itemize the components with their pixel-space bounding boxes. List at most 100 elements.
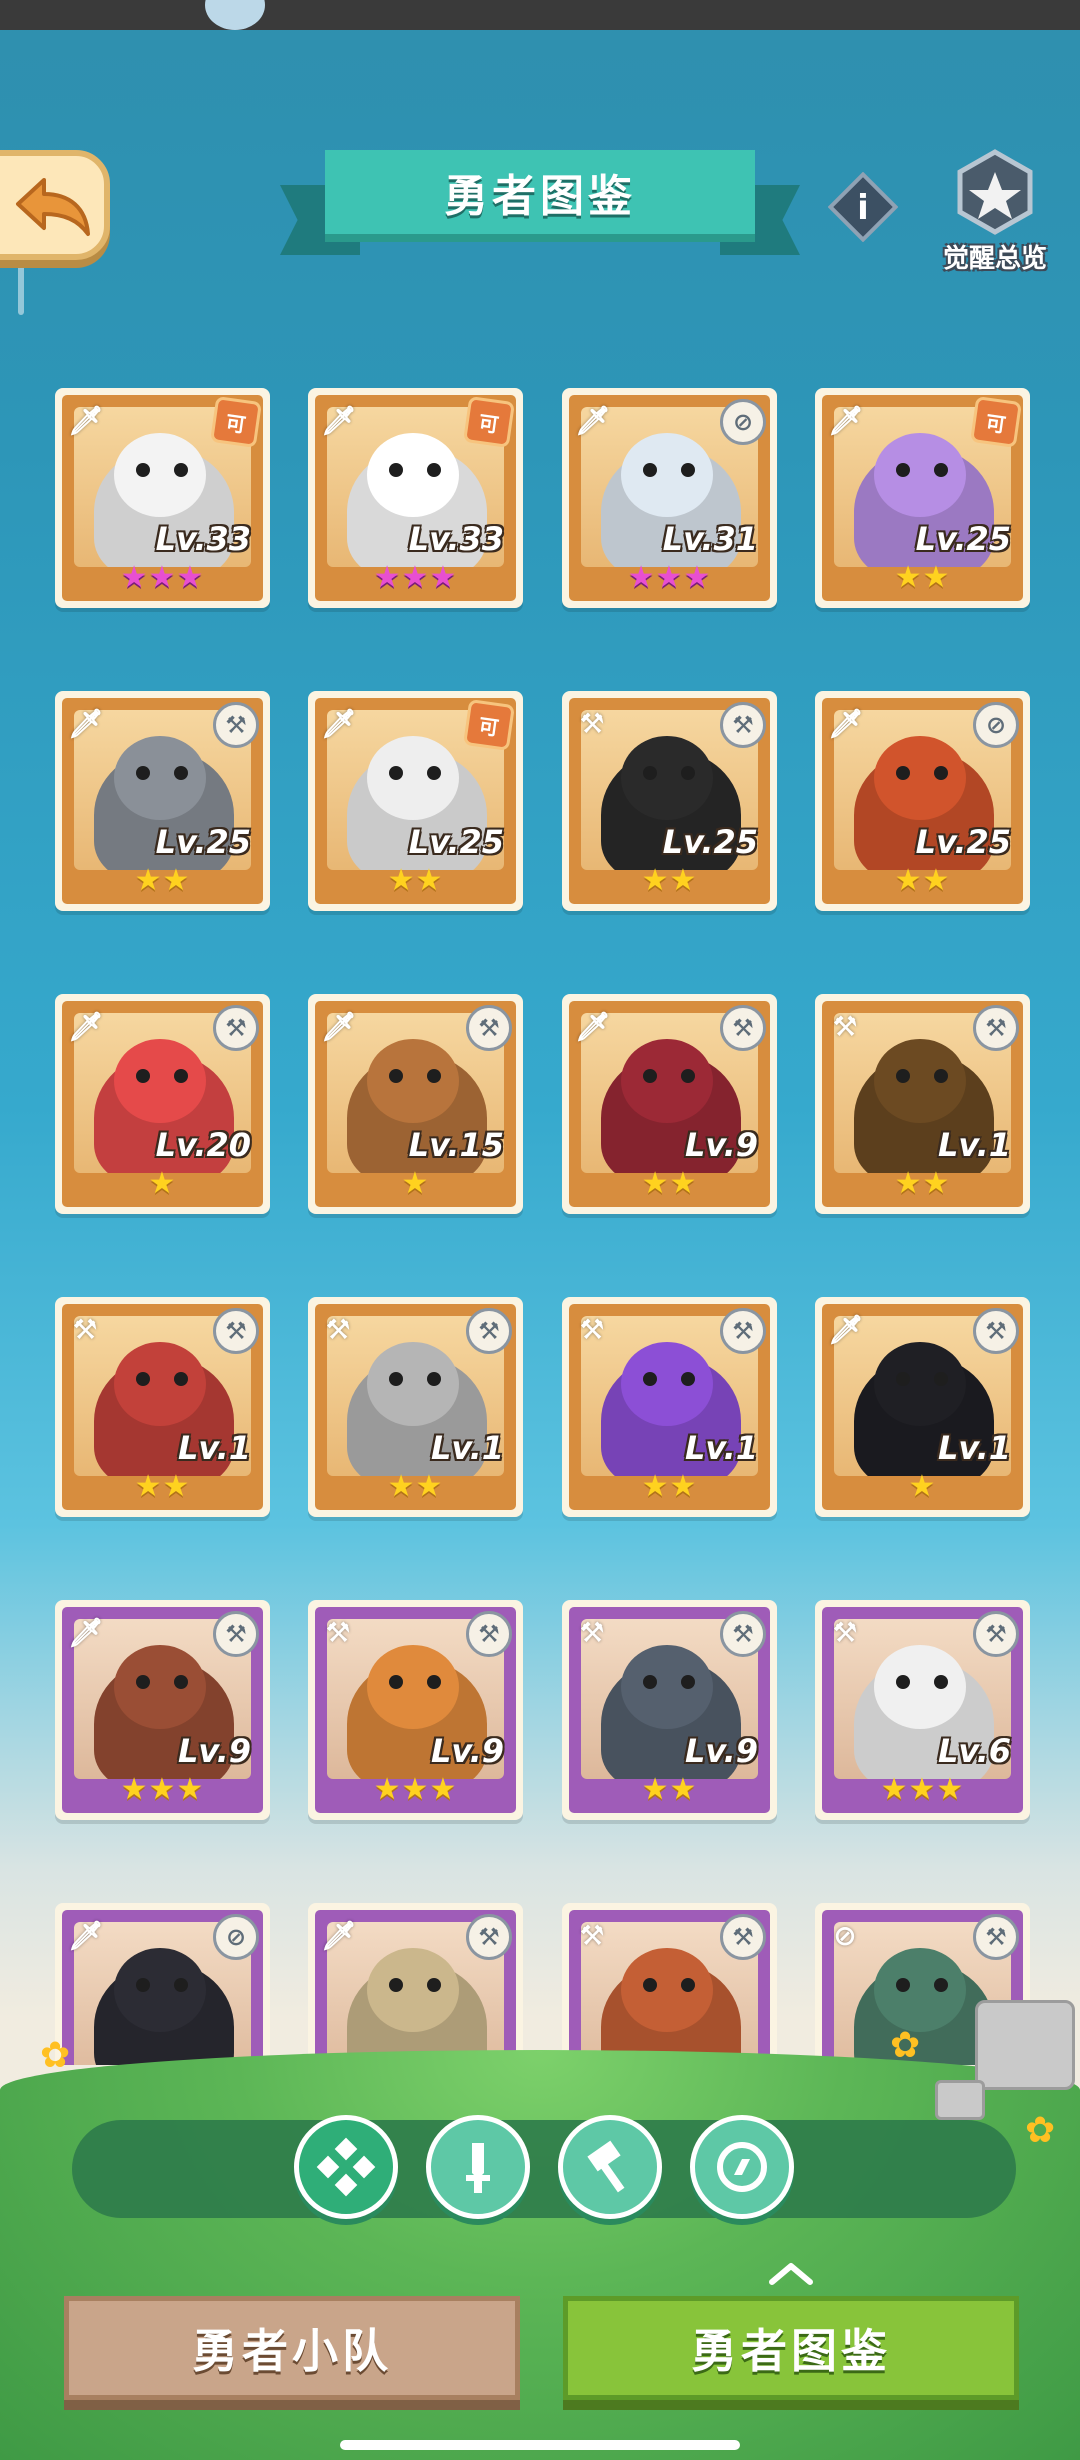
hero-card-frame: 🗡 ⊘ Lv.31 ★★★ [569,395,770,601]
filter-compass-button[interactable] [690,2115,794,2219]
filter-bar [72,2120,1016,2218]
hero-team-button[interactable]: 勇者小队 [64,2296,520,2400]
hero-card-frame: 🗡 ⚒ Lv.9 ★★ [569,1001,770,1207]
hero-stars: ★★ [134,863,191,898]
sword-class-icon: 🗡 [321,404,357,437]
compass-badge-icon: ⊘ [973,702,1019,748]
hero-level: Lv.1 [937,1429,1011,1467]
hero-card-frame: ⚒ ⚒ Lv.25 ★★ [569,698,770,904]
hammer-class-icon: ⚒ [832,1616,858,1649]
hammer-badge-icon: ⚒ [973,1005,1019,1051]
hero-card[interactable]: 🗡 ⊘ Lv.25 ★★ [815,691,1030,911]
hero-card-frame: 🗡 可 Lv.25 ★★ [315,698,516,904]
hammer-icon [580,2137,640,2197]
sword-icon [448,2137,508,2197]
back-arrow-icon [16,178,90,236]
hero-card[interactable]: 🗡 ⚒ Lv.15 ★ [308,994,523,1214]
hero-card[interactable]: ⚒ ⚒ Lv.1 ★★ [55,1297,270,1517]
filter-all-button[interactable] [294,2115,398,2219]
page-title: 勇者图鉴 [325,150,755,242]
hero-level: Lv.9 [684,1126,758,1164]
hero-card[interactable]: 🗡 可 Lv.33 ★★★ [55,388,270,608]
hero-card[interactable]: 🗡 ⚒ [308,1903,523,2065]
hero-card-frame: 🗡 ⚒ Lv.25 ★★ [62,698,263,904]
hero-card[interactable]: 🗡 ⚒ Lv.9 ★★★ [55,1600,270,1820]
hammer-badge-icon: ⚒ [466,1308,512,1354]
all-icon [316,2137,376,2197]
hammer-class-icon: ⚒ [579,1616,605,1649]
hero-stars: ★★ [387,863,444,898]
hero-card[interactable]: 🗡 ⊘ [55,1903,270,2065]
back-button[interactable] [0,150,110,260]
hero-stars: ★★★ [627,560,712,595]
compass-class-icon: ⊘ [833,1919,857,1952]
home-indicator[interactable] [340,2440,740,2450]
hero-card[interactable]: 🗡 ⚒ Lv.1 ★ [815,1297,1030,1517]
hero-stars: ★★ [894,560,951,595]
hammer-badge-icon: ⚒ [466,1005,512,1051]
hammer-badge-icon: ⚒ [720,702,766,748]
hero-codex-button[interactable]: 勇者图鉴 [563,2296,1019,2400]
hero-card[interactable]: ⚒ ⚒ Lv.9 ★★★ [308,1600,523,1820]
hero-stars: ★★ [134,1469,191,1504]
rock [935,2080,985,2120]
hero-stars: ★ [908,1469,937,1504]
filter-sword-button[interactable] [426,2115,530,2219]
hero-card-frame: 🗡 ⚒ Lv.20 ★ [62,1001,263,1207]
hero-card[interactable]: 🗡 可 Lv.25 ★★ [308,691,523,911]
hero-card[interactable]: ⚒ ⚒ Lv.1 ★★ [815,994,1030,1214]
edge-handle [18,255,24,315]
hero-level: Lv.1 [937,1126,1011,1164]
sword-class-icon: 🗡 [68,707,104,740]
sword-class-icon: 🗡 [68,404,104,437]
hero-level: Lv.9 [684,1732,758,1770]
hero-card[interactable]: 🗡 ⚒ Lv.20 ★ [55,994,270,1214]
hero-card[interactable]: ⚒ ⚒ Lv.1 ★★ [562,1297,777,1517]
hero-level: Lv.25 [408,823,504,861]
hero-card-frame: ⚒ ⚒ Lv.1 ★★ [822,1001,1023,1207]
hero-grid: 🗡 可 Lv.33 ★★★ 🗡 可 Lv.33 ★★★ 🗡 ⊘ Lv.31 ★★★ 🗡 可 Lv.25 ★★ 🗡… [0,0,1080,2065]
hero-card[interactable]: 🗡 可 Lv.25 ★★ [815,388,1030,608]
sword-class-icon: 🗡 [321,1919,357,1952]
hero-card[interactable]: ⚒ ⚒ Lv.25 ★★ [562,691,777,911]
hero-card-frame: 🗡 ⚒ [315,1910,516,2065]
hero-stars: ★ [401,1166,430,1201]
star-badge-icon [957,149,1033,235]
hero-card[interactable]: 🗡 ⚒ Lv.9 ★★ [562,994,777,1214]
hammer-class-icon: ⚒ [325,1313,351,1346]
hero-card[interactable]: ⚒ ⚒ [562,1903,777,2065]
info-button[interactable]: i [827,171,899,243]
hammer-class-icon: ⚒ [579,1313,605,1346]
hero-stars: ★★★ [373,560,458,595]
hero-level: Lv.25 [915,520,1011,558]
hammer-badge-icon: ⚒ [973,1611,1019,1657]
sword-class-icon: 🗡 [575,404,611,437]
filter-hammer-button[interactable] [558,2115,662,2219]
hero-card[interactable]: 🗡 ⚒ Lv.25 ★★ [55,691,270,911]
flower: ✿ [1025,2110,1056,2151]
info-icon: i [827,171,899,243]
hammer-badge-icon: ⚒ [213,1611,259,1657]
hero-card[interactable]: ⚒ ⚒ Lv.6 ★★★ [815,1600,1030,1820]
hero-card[interactable]: ⚒ ⚒ Lv.9 ★★ [562,1600,777,1820]
compass-badge-icon: ⊘ [213,1914,259,1960]
hammer-badge-icon: ⚒ [973,1308,1019,1354]
sword-class-icon: 🗡 [321,1010,357,1043]
hammer-badge-icon: ⚒ [720,1308,766,1354]
hero-card[interactable]: ⚒ ⚒ Lv.1 ★★ [308,1297,523,1517]
hero-card[interactable]: 🗡 可 Lv.33 ★★★ [308,388,523,608]
hero-card-frame: 🗡 可 Lv.33 ★★★ [62,395,263,601]
awaken-overview-button[interactable]: 觉醒总览 [920,148,1070,278]
hammer-badge-icon: ⚒ [720,1914,766,1960]
rock [975,2000,1075,2090]
hero-stars: ★★ [641,1772,698,1807]
hero-card[interactable]: 🗡 ⊘ Lv.31 ★★★ [562,388,777,608]
hero-level: Lv.6 [937,1732,1011,1770]
hero-stars: ★★ [894,1166,951,1201]
hammer-class-icon: ⚒ [579,1919,605,1952]
hammer-class-icon: ⚒ [325,1616,351,1649]
tag-badge-icon: 可 [463,396,515,448]
hammer-badge-icon: ⚒ [973,1914,1019,1960]
hero-level: Lv.33 [155,520,251,558]
compass-icon [712,2137,772,2197]
